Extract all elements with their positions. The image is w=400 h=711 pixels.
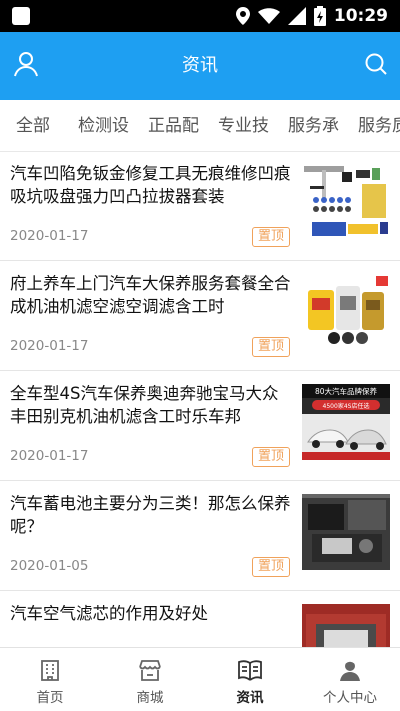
pinned-badge: 置顶	[252, 337, 290, 357]
tab-professional-tech[interactable]: 专业技	[218, 100, 269, 151]
news-date: 2020-01-17	[10, 338, 89, 354]
news-title: 汽车空气滤芯的作用及好处	[10, 604, 208, 623]
news-title: 全车型4S汽车保养奥迪奔驰宝马大众丰田别克机油机滤含工时乐车邦	[10, 384, 279, 426]
wifi-icon	[257, 8, 280, 24]
news-item[interactable]: 汽车凹陷免钣金修复工具无痕维修凹痕吸坑吸盘强力凹凸拉拔器套装 2020-01-1…	[0, 152, 400, 261]
category-tabs: 全部 检测设 正品配 专业技 服务承 服务质	[0, 100, 400, 152]
search-button[interactable]	[360, 50, 392, 82]
tab-service-quality[interactable]: 服务质	[358, 100, 400, 151]
news-title: 府上养车上门汽车大保养服务套餐全合成机油机滤空滤空调滤含工时	[10, 274, 291, 316]
status-bar: 10:29	[0, 0, 400, 32]
building-icon	[37, 657, 63, 683]
status-right: 10:29	[235, 0, 388, 32]
location-icon	[235, 7, 250, 25]
nav-shop[interactable]: 商城	[100, 648, 200, 711]
tab-genuine-parts[interactable]: 正品配	[148, 100, 199, 151]
news-thumbnail: 80大汽车品牌保养 4500家4S店任选	[302, 384, 390, 460]
news-date: 2020-01-05	[10, 558, 89, 574]
news-thumbnail	[302, 604, 390, 647]
news-item[interactable]: 汽车蓄电池主要分为三类！那怎么保养呢？ 2020-01-05 置顶	[0, 482, 400, 591]
bottom-nav: 首页 商城 资讯 个人中心	[0, 647, 400, 711]
nav-profile[interactable]: 个人中心	[300, 648, 400, 711]
tab-service-commitment[interactable]: 服务承	[288, 100, 339, 151]
news-thumbnail	[302, 164, 390, 240]
news-date: 2020-01-17	[10, 228, 89, 244]
thumbnail-caption: 4500家4S店任选	[323, 402, 370, 410]
search-icon	[364, 52, 388, 80]
status-time: 10:29	[333, 6, 388, 26]
news-item[interactable]: 汽车空气滤芯的作用及好处	[0, 592, 400, 647]
signal-icon	[287, 7, 306, 25]
shop-icon	[137, 657, 163, 683]
page-title: 资讯	[182, 55, 218, 76]
notification-icon	[12, 7, 30, 25]
news-item[interactable]: 全车型4S汽车保养奥迪奔驰宝马大众丰田别克机油机滤含工时乐车邦 2020-01-…	[0, 372, 400, 481]
user-icon	[12, 50, 40, 82]
news-title: 汽车蓄电池主要分为三类！那怎么保养呢？	[10, 494, 291, 536]
pinned-badge: 置顶	[252, 227, 290, 247]
nav-label: 资讯	[236, 690, 264, 706]
user-button[interactable]	[10, 50, 42, 82]
app-header: 资讯	[0, 32, 400, 100]
nav-home[interactable]: 首页	[0, 648, 100, 711]
news-item[interactable]: 府上养车上门汽车大保养服务套餐全合成机油机滤空滤空调滤含工时 2020-01-1…	[0, 262, 400, 371]
tab-testing-equipment[interactable]: 检测设	[78, 100, 129, 151]
news-thumbnail	[302, 494, 390, 570]
book-icon	[237, 657, 263, 683]
pinned-badge: 置顶	[252, 447, 290, 467]
tab-all[interactable]: 全部	[16, 100, 50, 151]
battery-icon	[313, 6, 326, 26]
nav-label: 首页	[36, 690, 64, 706]
nav-label: 商城	[136, 690, 164, 706]
thumbnail-caption: 80大汽车品牌保养	[315, 386, 378, 396]
news-list: 汽车凹陷免钣金修复工具无痕维修凹痕吸坑吸盘强力凹凸拉拔器套装 2020-01-1…	[0, 152, 400, 647]
nav-news[interactable]: 资讯	[200, 648, 300, 711]
person-icon	[337, 657, 363, 683]
pinned-badge: 置顶	[252, 557, 290, 577]
nav-label: 个人中心	[323, 690, 377, 706]
news-thumbnail	[302, 274, 390, 350]
news-date: 2020-01-17	[10, 448, 89, 464]
news-title: 汽车凹陷免钣金修复工具无痕维修凹痕吸坑吸盘强力凹凸拉拔器套装	[10, 164, 291, 206]
